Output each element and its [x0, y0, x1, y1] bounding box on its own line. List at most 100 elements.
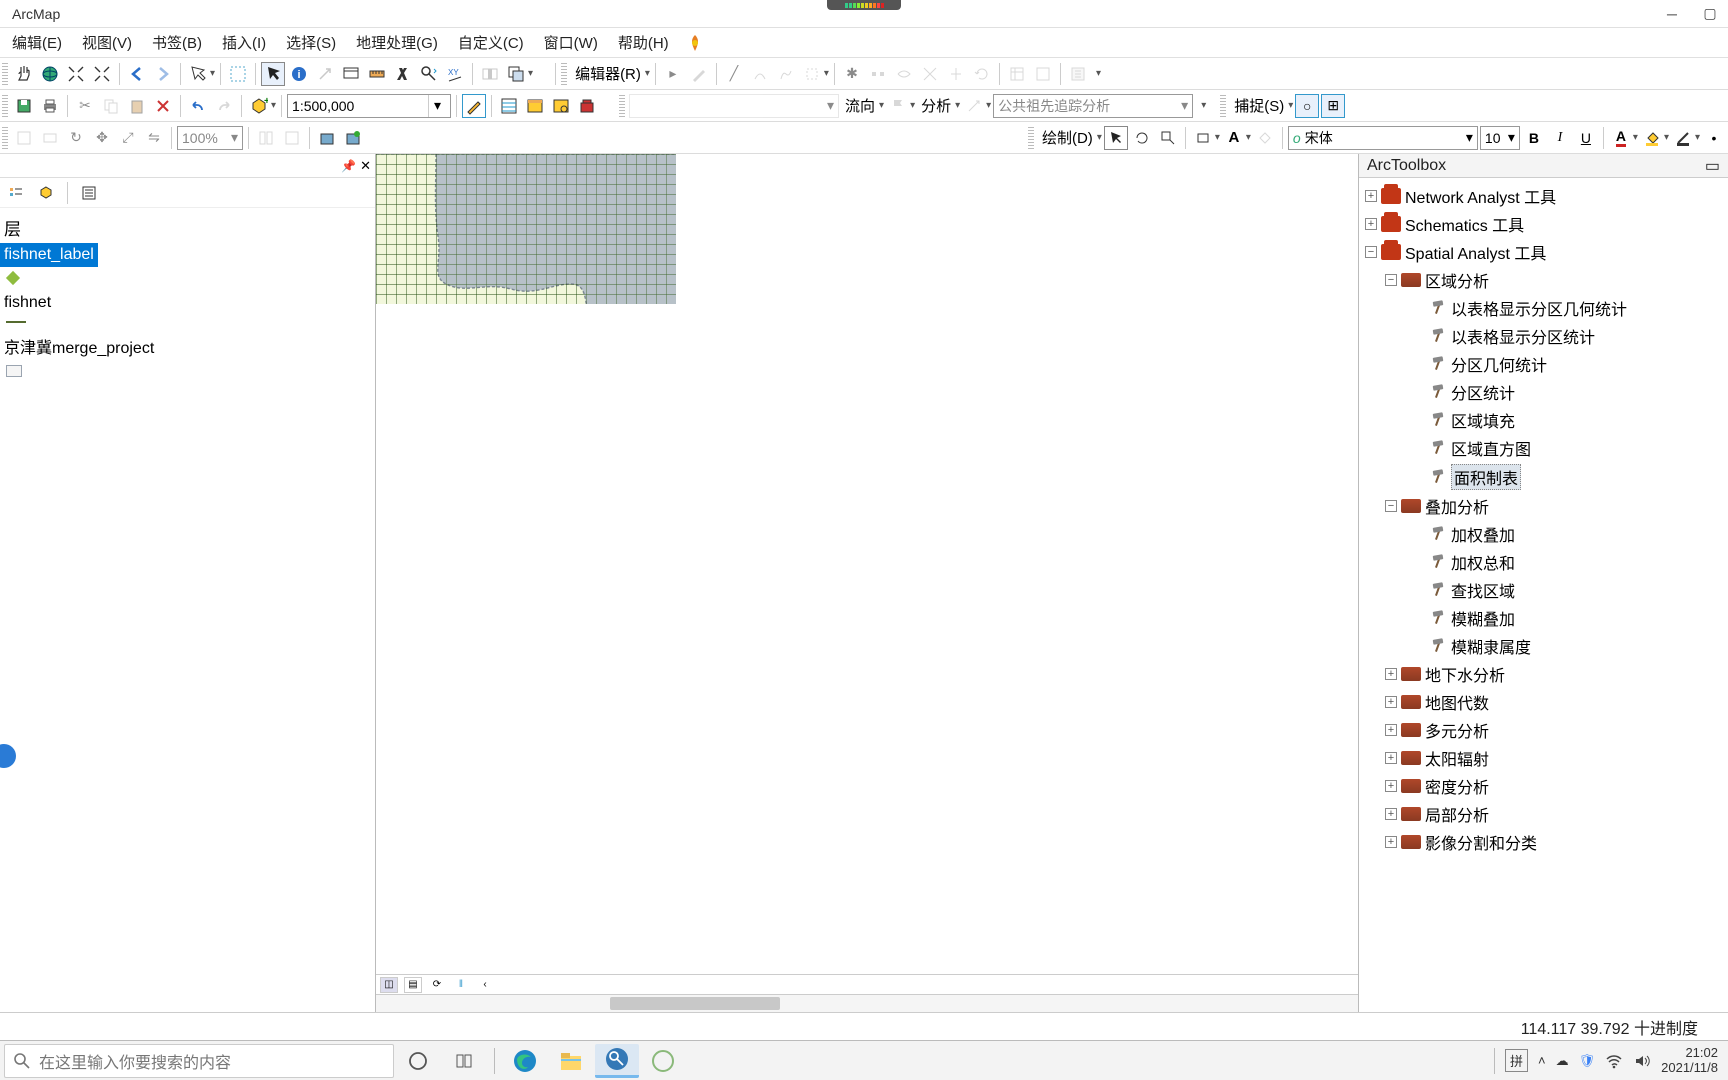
- snap-point-button[interactable]: ○: [1295, 94, 1319, 118]
- menu-edit[interactable]: 编辑(E): [2, 28, 72, 57]
- menu-insert[interactable]: 插入(I): [212, 28, 276, 57]
- taskbar-edge[interactable]: [503, 1044, 547, 1078]
- toolbar-grip[interactable]: [619, 95, 625, 117]
- menu-windows[interactable]: 窗口(W): [534, 28, 608, 57]
- marker-color-button[interactable]: •: [1702, 126, 1726, 150]
- paste-button[interactable]: [125, 94, 149, 118]
- tray-chevron-up-icon[interactable]: ˄: [1538, 1053, 1546, 1068]
- flag-button[interactable]: [886, 94, 910, 118]
- ime-indicator[interactable]: 拼: [1505, 1049, 1528, 1072]
- list-by-drawing-order-button[interactable]: [4, 181, 28, 205]
- cortana-button[interactable]: [396, 1044, 440, 1078]
- tray-clock[interactable]: 21:02 2021/11/8: [1661, 1046, 1718, 1075]
- line-color-dropdown[interactable]: ▾: [1695, 132, 1700, 143]
- flow-direction-menu[interactable]: 流向: [841, 95, 879, 116]
- task-view-button[interactable]: [442, 1044, 486, 1078]
- tool-weighted-overlay[interactable]: 加权叠加: [1451, 522, 1515, 546]
- toc-layer-fishnet[interactable]: fishnet: [0, 291, 375, 315]
- toolbar-grip[interactable]: [2, 95, 8, 117]
- add-data-button[interactable]: +: [247, 94, 271, 118]
- clear-selection-button[interactable]: [226, 62, 250, 86]
- tool-zonalgeom-table[interactable]: 以表格显示分区几何统计: [1451, 296, 1627, 320]
- undo-button[interactable]: [186, 94, 210, 118]
- font-size-combo[interactable]: 10 ▾: [1480, 126, 1520, 150]
- toolset-solar-radiation[interactable]: 太阳辐射: [1425, 746, 1489, 770]
- font-color-button[interactable]: A: [1609, 126, 1633, 150]
- expand-icon[interactable]: +: [1365, 190, 1377, 202]
- tray-wifi-icon[interactable]: [1605, 1052, 1623, 1070]
- draw-text-button[interactable]: A: [1222, 126, 1246, 150]
- prev-extent-button[interactable]: ‹: [476, 977, 494, 993]
- menu-bookmarks[interactable]: 书签(B): [142, 28, 212, 57]
- pin-icon[interactable]: 📌: [341, 159, 356, 173]
- collapse-icon[interactable]: −: [1385, 500, 1397, 512]
- underline-button[interactable]: U: [1574, 126, 1598, 150]
- draw-rotate-button[interactable]: [1130, 126, 1154, 150]
- tool-zonal-histogram[interactable]: 区域直方图: [1451, 436, 1531, 460]
- font-name-combo[interactable]: o 宋体 ▾: [1288, 126, 1478, 150]
- create-features-button[interactable]: [1066, 62, 1090, 86]
- globe-button[interactable]: [38, 62, 62, 86]
- georef-view-button[interactable]: [280, 126, 304, 150]
- delete-button[interactable]: [151, 94, 175, 118]
- georef-shift-button[interactable]: ✥: [90, 126, 114, 150]
- toolbar-grip[interactable]: [2, 127, 8, 149]
- edit-vertices-graphic-button[interactable]: [1253, 126, 1277, 150]
- data-view-button[interactable]: ◫: [380, 977, 398, 993]
- toolset-local[interactable]: 局部分析: [1425, 802, 1489, 826]
- select-elements-button[interactable]: [186, 62, 210, 86]
- tool-fuzzy-membership[interactable]: 模糊隶属度: [1451, 634, 1531, 658]
- find-route-button[interactable]: [417, 62, 441, 86]
- table-of-contents-button[interactable]: [497, 94, 521, 118]
- attributes-button[interactable]: [1005, 62, 1029, 86]
- network-dropdown-button[interactable]: ▾: [629, 94, 839, 118]
- solve-button[interactable]: [962, 94, 986, 118]
- font-color-dropdown[interactable]: ▾: [1633, 132, 1638, 143]
- georef-rotate-button[interactable]: ↻: [64, 126, 88, 150]
- select-pointer-button[interactable]: [261, 62, 285, 86]
- rotate-button[interactable]: [970, 62, 994, 86]
- arc-segment-button[interactable]: [748, 62, 772, 86]
- time-slider-button[interactable]: [478, 62, 502, 86]
- create-viewer-button[interactable]: [504, 62, 528, 86]
- trace-task-combo[interactable]: 公共祖先追踪分析 ▾: [993, 94, 1193, 118]
- tool-locate-regions[interactable]: 查找区域: [1451, 578, 1515, 602]
- edit-tool-button[interactable]: ▸: [661, 62, 685, 86]
- toolset-groundwater[interactable]: 地下水分析: [1425, 662, 1505, 686]
- toolbox-spatial-analyst[interactable]: Spatial Analyst 工具: [1405, 240, 1546, 264]
- network-overflow[interactable]: ▾: [1201, 100, 1206, 111]
- expand-icon[interactable]: +: [1365, 218, 1377, 230]
- chevron-down-icon[interactable]: ▾: [428, 95, 446, 117]
- tray-onedrive-icon[interactable]: ☁: [1556, 1053, 1569, 1069]
- georef-update-button[interactable]: [315, 126, 339, 150]
- windows-search-box[interactable]: 在这里输入你要搜索的内容: [4, 1044, 394, 1078]
- pan-button[interactable]: [12, 62, 36, 86]
- draw-shape-dropdown[interactable]: ▾: [1215, 132, 1220, 143]
- editor-menu[interactable]: 编辑器(R): [571, 63, 645, 84]
- georef-flip-button[interactable]: ⇋: [142, 126, 166, 150]
- list-by-source-button[interactable]: [34, 181, 58, 205]
- expand-icon[interactable]: +: [1385, 836, 1397, 848]
- refresh-button[interactable]: ⟳: [428, 977, 446, 993]
- toolset-map-algebra[interactable]: 地图代数: [1425, 690, 1489, 714]
- html-popup-button[interactable]: [339, 62, 363, 86]
- toolbar-grip[interactable]: [1220, 95, 1226, 117]
- map-horizontal-scrollbar[interactable]: [376, 994, 1358, 1012]
- menu-view[interactable]: 视图(V): [72, 28, 142, 57]
- tool-fuzzy-overlay[interactable]: 模糊叠加: [1451, 606, 1515, 630]
- split-button[interactable]: [944, 62, 968, 86]
- toolset-segmentation[interactable]: 影像分割和分类: [1425, 830, 1537, 854]
- zoom-out-fixed-button[interactable]: [90, 62, 114, 86]
- expand-icon[interactable]: +: [1385, 780, 1397, 792]
- sketch-properties-button[interactable]: [1031, 62, 1055, 86]
- minimize-button[interactable]: ─: [1664, 6, 1680, 22]
- trace-button[interactable]: [774, 62, 798, 86]
- expand-icon[interactable]: +: [1385, 752, 1397, 764]
- arctoolbox-tree[interactable]: +Network Analyst 工具 +Schematics 工具 −Spat…: [1359, 178, 1728, 1012]
- menu-geoprocessing[interactable]: 地理处理(G): [346, 28, 448, 57]
- tool-zonal-statistics[interactable]: 分区统计: [1451, 380, 1515, 404]
- taskbar-explorer[interactable]: [549, 1044, 593, 1078]
- tool-zonal-fill[interactable]: 区域填充: [1451, 408, 1515, 432]
- zoom-to-graphic-button[interactable]: [1156, 126, 1180, 150]
- toc-layer-jjj-merge[interactable]: 京津冀merge_project: [0, 331, 375, 361]
